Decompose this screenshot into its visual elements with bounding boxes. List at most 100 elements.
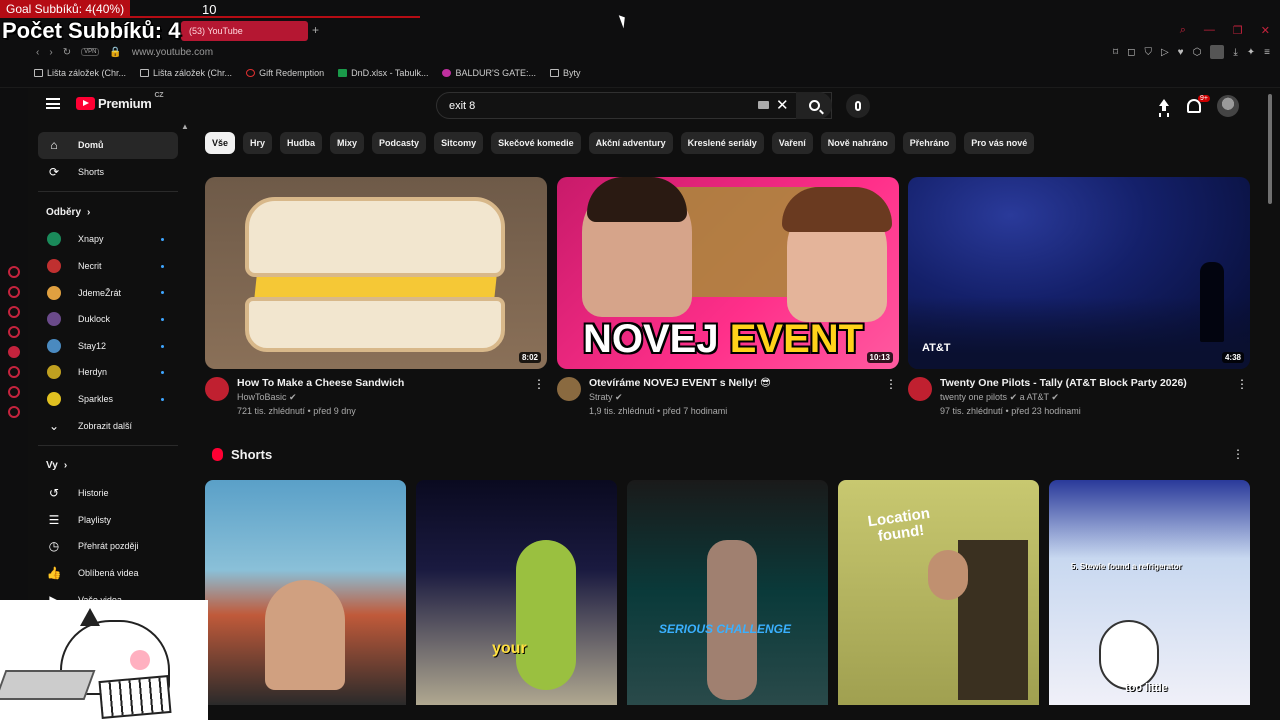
bookmark-item[interactable]: Lišta záložek (Chr... xyxy=(34,68,126,78)
channel-avatar[interactable] xyxy=(908,377,932,401)
channel-avatar[interactable] xyxy=(557,377,581,401)
settings-icon[interactable] xyxy=(8,406,20,418)
short-card[interactable]: 5. Stewie found a refrigerator too littl… xyxy=(1049,480,1250,705)
chip[interactable]: Hry xyxy=(243,132,273,154)
search-input[interactable]: exit 8 xyxy=(436,92,832,119)
address-bar[interactable]: ‹ › ↻ VPN 🔒 www.youtube.com xyxy=(36,45,213,59)
more-options-icon[interactable]: ⋮ xyxy=(1236,377,1248,391)
sidebar-channel-item[interactable]: Sparkles xyxy=(38,386,178,413)
channel-name[interactable]: Straty ✔ xyxy=(589,392,771,403)
short-card[interactable] xyxy=(205,480,406,705)
chip[interactable]: Vaření xyxy=(771,132,813,154)
short-card[interactable]: your xyxy=(416,480,617,705)
search-tabs-icon[interactable]: ⌕ xyxy=(1180,24,1186,37)
chip[interactable]: Hudba xyxy=(280,132,323,154)
sidebar-channel-item[interactable]: Necrit xyxy=(38,253,178,280)
sidebar-item-shorts[interactable]: ⟳ Shorts xyxy=(38,159,178,186)
url-text[interactable]: www.youtube.com xyxy=(132,47,213,58)
browser-tab[interactable]: (53) YouTube xyxy=(181,21,308,41)
video-thumbnail[interactable]: NOVEJ EVENT 10:13 xyxy=(557,177,899,369)
shield-icon[interactable]: ⛉ xyxy=(1144,47,1152,58)
sidebar-app-icon[interactable] xyxy=(8,386,20,398)
upload-icon[interactable] xyxy=(1157,99,1171,113)
back-icon[interactable]: ‹ xyxy=(36,47,39,58)
you-heading[interactable]: Vy › xyxy=(38,452,178,480)
sidebar-item-playlists[interactable]: ☰ Playlisty xyxy=(38,507,178,534)
new-tab-icon[interactable]: + xyxy=(312,23,319,37)
sidebar-app-icon[interactable] xyxy=(8,306,20,318)
snapshot-icon[interactable]: ◻ xyxy=(1127,47,1135,58)
forward-icon[interactable]: › xyxy=(49,47,52,58)
video-title[interactable]: Otevíráme NOVEJ EVENT s Nelly! 😎 xyxy=(589,377,771,389)
video-title[interactable]: How To Make a Cheese Sandwich xyxy=(237,377,404,389)
more-options-icon[interactable]: ⋮ xyxy=(533,377,545,391)
reload-icon[interactable]: ↻ xyxy=(63,47,71,58)
video-title[interactable]: Twenty One Pilots - Tally (AT&T Block Pa… xyxy=(940,377,1187,389)
bookmark-item[interactable]: Gift Redemption xyxy=(246,68,324,78)
subscriptions-heading[interactable]: Odběry › xyxy=(38,198,178,226)
page-scrollbar[interactable] xyxy=(1268,94,1272,204)
sidebar-app-icon[interactable] xyxy=(8,326,20,338)
chip[interactable]: Podcasty xyxy=(372,132,427,154)
channel-name[interactable]: HowToBasic ✔ xyxy=(237,392,404,403)
sidebar-item-watch-later[interactable]: ◷ Přehrát později xyxy=(38,533,178,560)
video-stats: 721 tis. zhlédnutí • před 9 dny xyxy=(237,406,356,416)
chip[interactable]: Nově nahráno xyxy=(820,132,895,154)
chip[interactable]: Skečové komedie xyxy=(491,132,581,154)
chip[interactable]: Vše xyxy=(205,132,236,154)
search-button[interactable] xyxy=(796,92,832,119)
sidebar-channel-item[interactable]: Herdyn xyxy=(38,359,178,386)
hamburger-menu-icon[interactable] xyxy=(46,98,60,109)
ai-icon[interactable]: ✦ xyxy=(1247,47,1255,58)
channel-name[interactable]: twenty one pilots ✔ a AT&T ✔ xyxy=(940,392,1187,403)
scroll-up-icon[interactable]: ▲ xyxy=(181,122,189,131)
menu-icon[interactable]: ≡ xyxy=(1264,47,1270,58)
sidebar-item-home[interactable]: ⌂ Domů xyxy=(38,132,178,159)
keyboard-icon[interactable] xyxy=(758,101,769,109)
more-options-icon[interactable]: ⋮ xyxy=(885,377,897,391)
more-options-icon[interactable]: ⋮ xyxy=(1232,447,1244,461)
close-icon[interactable]: ✕ xyxy=(1261,24,1270,37)
sidebar-channel-item[interactable]: Stay12 xyxy=(38,333,178,360)
bookmark-item[interactable]: BALDUR'S GATE:... xyxy=(442,68,536,78)
video-thumbnail[interactable]: AT&T 4:38 xyxy=(908,177,1250,369)
chip[interactable]: Přehráno xyxy=(902,132,957,154)
sidebar-app-icon[interactable] xyxy=(8,346,20,358)
download-icon[interactable]: ⤓ xyxy=(1233,47,1237,58)
channel-avatar[interactable] xyxy=(205,377,229,401)
voice-search-button[interactable] xyxy=(846,94,870,118)
bookmark-icon[interactable]: ⌑ xyxy=(1113,47,1118,58)
short-card[interactable]: SERIOUS CHALLENGE xyxy=(627,480,828,705)
sidebar-app-icon[interactable] xyxy=(8,366,20,378)
chip[interactable]: Akční adventury xyxy=(588,132,673,154)
sidebar-item-liked[interactable]: 👍 Oblíbená videa xyxy=(38,560,178,587)
sidebar-channel-item[interactable]: Xnapy xyxy=(38,226,178,253)
profile-icon[interactable] xyxy=(1210,45,1225,59)
sidebar-app-icon[interactable] xyxy=(8,266,20,278)
short-card[interactable]: Location found! xyxy=(838,480,1039,705)
notifications-bell-icon[interactable]: 9+ xyxy=(1187,95,1210,113)
minimize-icon[interactable]: — xyxy=(1204,24,1215,37)
sidebar-channel-item[interactable]: JdemeŽrát xyxy=(38,279,178,306)
clear-search-icon[interactable]: ✕ xyxy=(776,96,789,114)
chip[interactable]: Sitcomy xyxy=(434,132,484,154)
avatar[interactable] xyxy=(1217,95,1239,117)
extensions-icon[interactable]: ⬡ xyxy=(1193,47,1202,58)
chip[interactable]: Kreslené seriály xyxy=(680,132,764,154)
sidebar-show-more[interactable]: ⌄ Zobrazit další xyxy=(38,412,178,439)
chip[interactable]: Mixy xyxy=(330,132,365,154)
yt-header-right: 9+ xyxy=(1157,95,1239,117)
play-icon[interactable]: ▷ xyxy=(1161,47,1169,58)
sidebar-item-history[interactable]: ↺ Historie xyxy=(38,480,178,507)
sidebar-channel-item[interactable]: Duklock xyxy=(38,306,178,333)
chip[interactable]: Pro vás nové xyxy=(964,132,1035,154)
bookmark-item[interactable]: Byty xyxy=(550,68,581,78)
sidebar-app-icon[interactable] xyxy=(8,286,20,298)
vpn-badge[interactable]: VPN xyxy=(81,48,100,56)
heart-icon[interactable]: ♥ xyxy=(1178,47,1184,58)
youtube-logo[interactable]: Premium CZ xyxy=(76,92,164,111)
video-thumbnail[interactable]: 8:02 xyxy=(205,177,547,369)
bookmark-item[interactable]: DnD.xlsx - Tabulk... xyxy=(338,68,428,78)
bookmark-item[interactable]: Lišta záložek (Chr... xyxy=(140,68,232,78)
maximize-icon[interactable]: ❐ xyxy=(1233,24,1243,37)
